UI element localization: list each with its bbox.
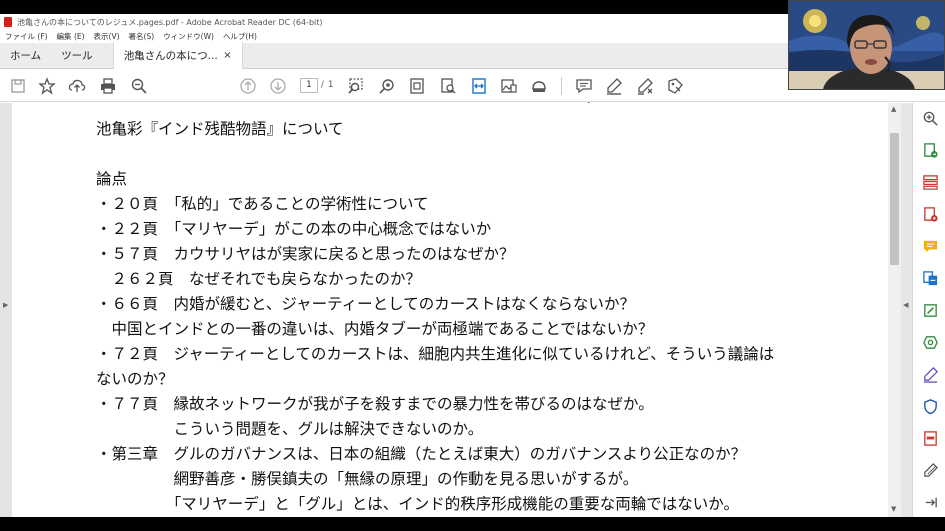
marquee-zoom-icon[interactable] xyxy=(346,76,366,96)
doc-line: ・第三章 グルのガバナンスは、日本の組織（たとえば東大）のガバナンスより公正なの… xyxy=(96,445,747,463)
page-number-input[interactable]: 1 xyxy=(300,78,318,93)
doc-line: 論点 xyxy=(96,170,128,188)
fit-width-icon[interactable] xyxy=(469,76,489,96)
tab-home[interactable]: ホーム xyxy=(0,42,51,68)
protect-icon[interactable] xyxy=(920,396,940,416)
doc-line xyxy=(96,142,886,167)
right-panel-gutter[interactable]: ◀ xyxy=(901,103,912,517)
doc-line: ・７７頁 縁故ネットワークが我が子を殺すまでの暴力性を帯びるのはなぜか。 xyxy=(96,395,654,413)
combine-files-icon[interactable] xyxy=(920,268,940,288)
tab-document-label: 池亀さんの本につ... xyxy=(123,50,218,62)
erase-pen-icon[interactable] xyxy=(635,76,655,96)
tab-document[interactable]: 池亀さんの本につ... × xyxy=(112,42,243,69)
doc-line: ・７２頁 ジャーティーとしてのカーストは、細胞内共生進化に似ているけれど、そうい… xyxy=(96,345,775,363)
bookmark-star-icon[interactable] xyxy=(37,76,57,96)
comment-icon[interactable] xyxy=(574,76,594,96)
upload-icon[interactable] xyxy=(67,76,87,96)
menu-view[interactable]: 表示(V) xyxy=(94,31,120,42)
more-tools-icon[interactable] xyxy=(920,460,940,480)
tab-close-icon[interactable]: × xyxy=(223,50,231,61)
toolbar-separator xyxy=(561,77,562,95)
menu-edit[interactable]: 編集 (E) xyxy=(57,31,85,42)
window-title: 池亀さんの本についてのレジュメ.pages.pdf - Adobe Acroba… xyxy=(17,17,323,27)
tab-home-label: ホーム xyxy=(10,49,42,62)
pdf-page[interactable]: 池亀彩『インド残酷物語』について 論点 ・２０頁 「私的」であることの学術性につ… xyxy=(12,103,888,517)
menu-sign[interactable]: 署名(S) xyxy=(129,31,155,42)
menu-window[interactable]: ウィンドウ(W) xyxy=(163,31,214,42)
vertical-scrollbar[interactable]: ▲ ▼ xyxy=(888,103,901,517)
document-area: ▶ 池亀彩『インド残酷物語』について 論点 ・２０頁 「私的」であることの学術性… xyxy=(0,103,912,517)
scrollbar-thumb[interactable] xyxy=(890,133,899,265)
redact-icon[interactable] xyxy=(920,428,940,448)
tab-tools[interactable]: ツール xyxy=(51,42,103,68)
image-icon[interactable] xyxy=(499,76,519,96)
webcam-video-overlay xyxy=(788,0,945,90)
read-mode-icon[interactable] xyxy=(529,76,549,96)
scroll-up-arrow-icon[interactable]: ▲ xyxy=(891,105,896,113)
stamp-icon[interactable] xyxy=(665,76,685,96)
doc-line: 池亀彩『インド残酷物語』について xyxy=(96,120,344,138)
scroll-down-arrow-icon[interactable]: ▼ xyxy=(891,505,896,513)
highlight-pen-icon[interactable] xyxy=(604,76,624,96)
page-fit-icon[interactable] xyxy=(407,76,427,96)
menu-file[interactable]: ファイル (F) xyxy=(5,31,48,42)
expand-left-arrow-icon[interactable]: ▶ xyxy=(3,301,8,309)
print-icon[interactable] xyxy=(98,76,118,96)
document-text: 池亀彩『インド残酷物語』について 論点 ・２０頁 「私的」であることの学術性につ… xyxy=(96,117,886,517)
acrobat-window: 池亀さんの本についてのレジュメ.pages.pdf - Adobe Acroba… xyxy=(0,0,945,531)
comment-tool-icon[interactable] xyxy=(920,236,940,256)
screen-bottom-bar xyxy=(0,517,945,531)
webcam-video-image xyxy=(789,1,944,89)
doc-line: ・５７頁 カウサリヤはが実家に戻ると思ったのはなぜか？ xyxy=(96,245,515,263)
doc-line: 中国とインドとの一番の違いは、内婚タブーが両極端であることではないか？ xyxy=(96,320,654,338)
doc-line: こういう問題を、グルは解決できないのか。 xyxy=(96,420,484,438)
fill-sign-icon[interactable] xyxy=(920,364,940,384)
zoom-icon[interactable] xyxy=(377,76,397,96)
find-page-icon[interactable] xyxy=(438,76,458,96)
zoom-in-icon[interactable] xyxy=(920,108,940,128)
page-up-icon[interactable] xyxy=(238,76,258,96)
doc-line: ・６６頁 内婚が緩むと、ジャーティーとしてのカーストはなくならないか？ xyxy=(96,295,635,313)
page-total: 1 xyxy=(328,80,334,90)
page-down-icon[interactable] xyxy=(268,76,288,96)
doc-line: ・２０頁 「私的」であることの学術性について xyxy=(96,195,429,213)
doc-line: 網野善彦・勝俣鎮夫の「無縁の原理」の作動を見る思いがするが。 xyxy=(96,470,639,488)
organize-pages-icon[interactable] xyxy=(920,172,940,192)
page-separator: / xyxy=(321,80,324,90)
doc-line: ・２２頁 「マリヤーデ」がこの本の中心概念ではないか xyxy=(96,220,492,238)
doc-line: ２６２頁 なぜそれでも戻らなかったのか？ xyxy=(96,270,422,288)
acrobat-app-icon xyxy=(4,17,12,27)
left-nav-strip[interactable]: ▶ xyxy=(0,103,12,517)
export-pdf-icon[interactable] xyxy=(920,140,940,160)
doc-line: 「マリヤーデ」と「グル」とは、インド的秩序形成機能の重要な両輪ではないか。 xyxy=(96,495,739,513)
save-icon[interactable] xyxy=(8,76,28,96)
collapse-panel-icon[interactable] xyxy=(920,492,940,512)
tools-pane xyxy=(912,103,945,517)
menu-help[interactable]: ヘルプ(H) xyxy=(223,31,257,42)
collapse-right-arrow-icon[interactable]: ◀ xyxy=(903,301,908,309)
doc-line: ないのか？ xyxy=(96,370,174,388)
edit-pdf-icon[interactable] xyxy=(920,300,940,320)
create-pdf-icon[interactable] xyxy=(920,204,940,224)
tab-tools-label: ツール xyxy=(61,49,93,62)
scan-enhance-icon[interactable] xyxy=(920,332,940,352)
zoom-out-search-icon[interactable] xyxy=(129,76,149,96)
